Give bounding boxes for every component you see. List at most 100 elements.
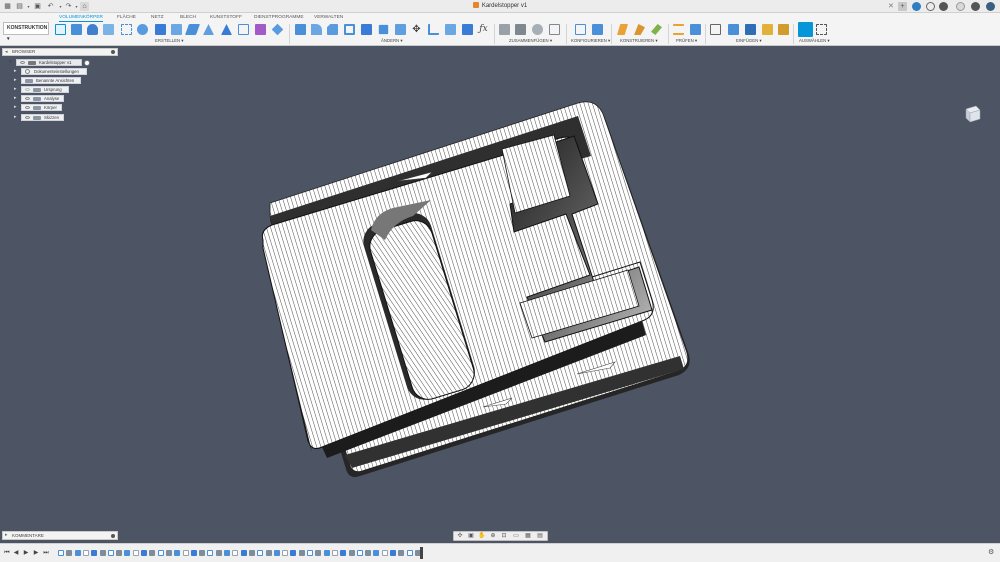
timeline-feature-icon[interactable] (356, 550, 363, 556)
canvas-viewport[interactable] (0, 46, 1000, 543)
press-pull-icon[interactable] (295, 24, 306, 35)
timeline-feature-icon[interactable] (91, 550, 98, 556)
fillet-icon[interactable] (311, 24, 322, 35)
emboss-icon[interactable] (221, 24, 232, 35)
go-to-end-icon[interactable]: ⏭ (42, 549, 50, 557)
insert-mesh-icon[interactable] (728, 24, 739, 35)
sweep-icon[interactable] (103, 24, 114, 35)
file-icon[interactable]: ▤ (15, 2, 24, 11)
gear-icon[interactable]: ⚙ (988, 549, 996, 557)
notifications-icon[interactable] (939, 2, 948, 11)
expand-arrow-icon[interactable]: ▸ (14, 115, 17, 120)
document-tab[interactable]: Kardelstopper v1 (440, 1, 560, 12)
group-pruefen[interactable]: PRÜFEN ▾ (676, 38, 697, 44)
group-konfigurieren[interactable]: KONFIGURIEREN ▾ (571, 38, 610, 44)
timeline-feature-icon[interactable] (381, 550, 388, 556)
move-copy-icon[interactable]: ✥ (411, 24, 422, 35)
expand-arrow-icon[interactable]: ▸ (14, 78, 17, 83)
rigid-group-icon[interactable] (549, 24, 560, 35)
clock-icon[interactable] (926, 2, 935, 11)
timeline-feature-icon[interactable] (66, 550, 73, 556)
select-button[interactable] (798, 22, 813, 37)
timeline-feature-icon[interactable] (240, 550, 247, 556)
timeline-feature-icon[interactable] (340, 550, 347, 556)
timeline-feature-icon[interactable] (248, 550, 255, 556)
step-back-icon[interactable]: ◀ (12, 549, 20, 557)
visibility-icon[interactable] (25, 97, 30, 100)
pin-icon[interactable] (111, 50, 115, 54)
timeline-feature-icon[interactable] (307, 550, 313, 556)
timeline-feature-icon[interactable] (107, 550, 114, 556)
browser-item-benannte-ansichten[interactable]: ▸ Benannte Ansichten (14, 77, 81, 84)
timeline-feature-icon[interactable] (315, 550, 322, 556)
tab-volumenkoerper[interactable]: VOLUMENKÖRPER (59, 14, 103, 22)
orbit-icon[interactable]: ✣ (456, 533, 464, 540)
expand-arrow-icon[interactable]: ▸ (14, 96, 17, 101)
undo-icon[interactable]: ↶ (46, 2, 55, 11)
timeline-feature-icon[interactable] (390, 550, 396, 556)
pan-icon[interactable]: ✋ (478, 533, 486, 540)
timeline-feature-icon[interactable] (74, 550, 81, 556)
viewports-icon[interactable]: ▤ (536, 533, 544, 540)
timeline-feature-icon[interactable] (365, 550, 372, 556)
offset-plane-icon[interactable] (617, 24, 628, 35)
chamfer-icon[interactable] (327, 24, 338, 35)
derive-icon[interactable] (271, 23, 284, 36)
user-avatar-icon[interactable] (986, 2, 995, 11)
browser-item-analyse[interactable]: ▸ Analyse (14, 95, 64, 102)
axis-icon[interactable] (651, 24, 662, 35)
timeline-feature-icon[interactable] (290, 550, 297, 556)
configure-icon[interactable] (575, 24, 586, 35)
timeline-feature-icon[interactable] (207, 550, 214, 556)
expand-icon[interactable]: ▸ (5, 532, 8, 539)
group-einfuegen[interactable]: EINFÜGEN ▾ (736, 38, 762, 44)
hole-icon[interactable] (155, 24, 166, 35)
browser-item-dokumenteinstellungen[interactable]: ▸ Dokumenteinstellungen (14, 68, 87, 75)
revolve-icon[interactable] (87, 24, 98, 35)
tab-dienstprogramme[interactable]: DIENSTPROGRAMME (254, 14, 304, 22)
timeline-feature-icon[interactable] (199, 550, 206, 556)
timeline-feature-icon[interactable] (273, 550, 280, 556)
new-tab-icon[interactable]: + (898, 2, 907, 11)
timeline-feature-icon[interactable] (165, 550, 172, 556)
timeline-feature-icon[interactable] (232, 550, 239, 556)
collapse-icon[interactable]: ◂ (5, 49, 8, 55)
tab-netz[interactable]: NETZ (151, 14, 164, 22)
group-zusammenfuegen[interactable]: ZUSAMMENFÜGEN ▾ (509, 38, 552, 44)
box-icon[interactable] (184, 24, 201, 35)
timeline-feature-icon[interactable] (265, 550, 272, 556)
pattern-icon[interactable] (121, 24, 132, 35)
tab-flaeche[interactable]: FLÄCHE (117, 14, 136, 22)
insert-decal-icon[interactable] (778, 24, 789, 35)
timeline-feature-icon[interactable] (224, 550, 230, 556)
split-body-icon[interactable] (462, 24, 473, 35)
draft-icon[interactable] (361, 24, 372, 35)
group-erstellen[interactable]: ERSTELLEN ▾ (155, 38, 183, 44)
create-form-icon[interactable] (255, 24, 266, 35)
browser-root[interactable]: ▾ Kardelstopper v1 (9, 59, 82, 66)
browser-item-ursprung[interactable]: ▸ Ursprung (14, 86, 69, 93)
group-auswaehlen[interactable]: AUSWÄHLEN ▾ (799, 38, 830, 44)
help-icon[interactable] (971, 2, 980, 11)
expand-arrow-icon[interactable]: ▸ (14, 87, 17, 92)
user-count-icon[interactable] (956, 2, 965, 11)
timeline-feature-icon[interactable] (398, 550, 405, 556)
timeline-feature-icon[interactable] (157, 550, 164, 556)
browser-item-koerper[interactable]: ▸ Körper (14, 104, 62, 111)
insert-derive-icon[interactable] (710, 24, 721, 35)
timeline-feature-icon[interactable] (215, 550, 222, 556)
step-forward-icon[interactable]: ▶ (32, 549, 40, 557)
web-icon[interactable] (203, 24, 214, 35)
coil-icon[interactable] (238, 24, 249, 35)
visibility-icon[interactable] (25, 116, 30, 119)
timeline-feature-icon[interactable] (116, 550, 123, 556)
file-dropdown-icon[interactable]: ▾ (24, 2, 33, 11)
timeline-feature-icon[interactable] (331, 550, 338, 556)
grid-menu-icon[interactable]: ▦ (3, 2, 12, 11)
timeline-feature-icon[interactable] (257, 550, 264, 556)
workspace-switcher[interactable]: KONSTRUKTION ▾ (3, 22, 49, 42)
visibility-icon[interactable] (25, 106, 30, 109)
add-comment-icon[interactable] (111, 534, 115, 538)
expand-arrow-icon[interactable]: ▸ (14, 105, 17, 110)
tab-verwalten[interactable]: VERWALTEN (314, 14, 343, 22)
